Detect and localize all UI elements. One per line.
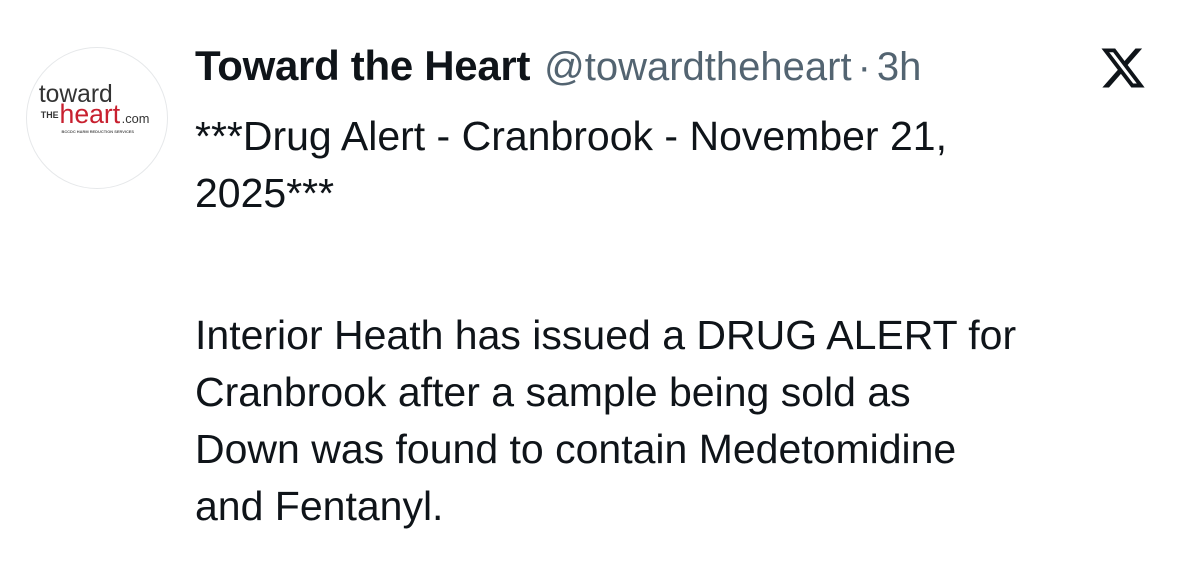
logo-heart-text: heart bbox=[60, 99, 121, 129]
profile-avatar[interactable]: toward THE heart .com BCCDC HARM REDUCTI… bbox=[26, 47, 168, 189]
tweet-text-alert-title: ***Drug Alert - Cranbrook - November 21,… bbox=[195, 113, 947, 216]
display-name[interactable]: Toward the Heart bbox=[195, 42, 530, 90]
separator-dot: · bbox=[857, 45, 871, 89]
tweet-text: ***Drug Alert - Cranbrook - November 21,… bbox=[195, 108, 1155, 535]
logo-com-text: .com bbox=[122, 111, 150, 126]
tweet-text-alert-body: Interior Heath has issued a DRUG ALERT f… bbox=[195, 312, 1017, 529]
user-handle[interactable]: @towardtheheart bbox=[544, 45, 851, 90]
timestamp[interactable]: 3h bbox=[877, 45, 922, 90]
logo-tagline-text: BCCDC HARM REDUCTION SERVICES bbox=[62, 129, 135, 134]
logo-the-text: THE bbox=[41, 110, 59, 120]
tweet-card: toward THE heart .com BCCDC HARM REDUCTI… bbox=[0, 0, 1179, 568]
tweet-header: Toward the Heart @towardtheheart · 3h bbox=[195, 42, 921, 98]
toward-the-heart-logo: toward THE heart .com BCCDC HARM REDUCTI… bbox=[39, 81, 150, 134]
x-logo-icon[interactable] bbox=[1098, 44, 1148, 92]
